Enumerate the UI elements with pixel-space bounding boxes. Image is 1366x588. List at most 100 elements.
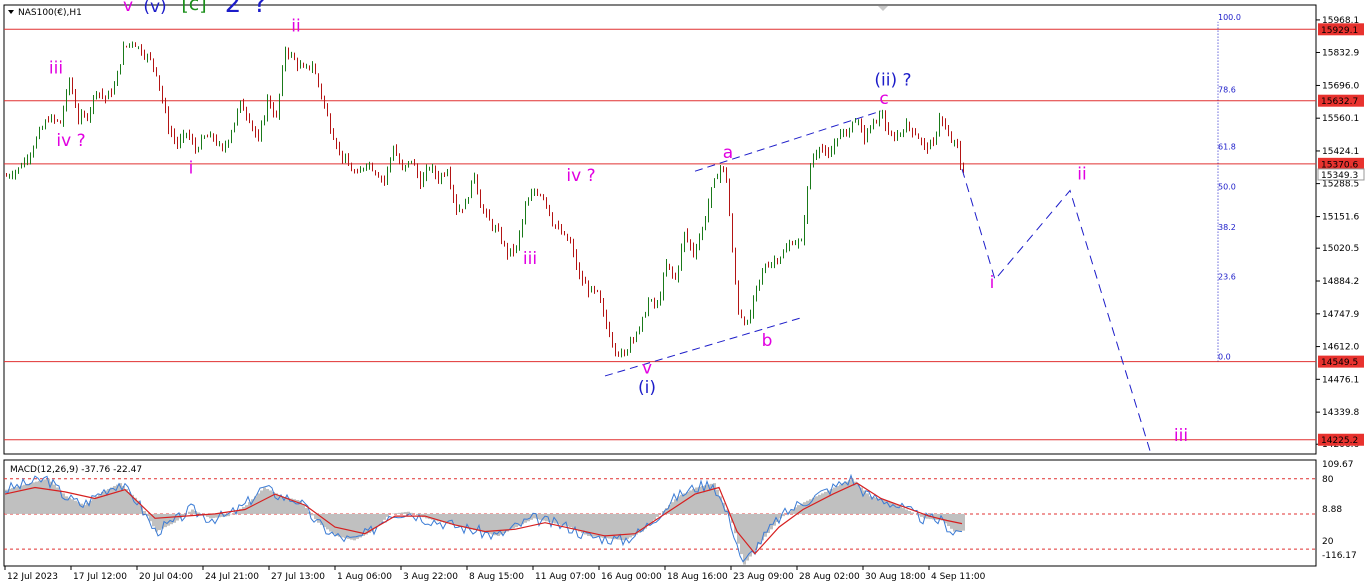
macd-histogram-bar	[740, 513, 743, 555]
level-price-label: 14225.2	[1321, 436, 1358, 446]
wave-label: 2	[225, 0, 242, 19]
wave-label: c	[879, 89, 888, 109]
time-tick-label: 23 Aug 09:00	[733, 572, 794, 582]
price-tick-label: 15151.6	[1322, 213, 1359, 223]
macd-histogram-bar	[758, 513, 761, 545]
time-tick-label: 20 Jul 04:00	[139, 572, 193, 582]
time-tick-label: 16 Aug 00:00	[601, 572, 662, 582]
fibonacci-level-label: 61.8	[1218, 143, 1236, 152]
wave-label: iii	[49, 59, 63, 79]
macd-histogram-bar	[632, 513, 635, 536]
macd-histogram-bar	[62, 493, 65, 514]
fibonacci-level-label: 100.0	[1218, 13, 1241, 22]
time-tick-label: 24 Jul 21:00	[205, 572, 259, 582]
macd-histogram-bar	[197, 512, 200, 514]
macd-histogram-bar	[848, 480, 851, 514]
macd-histogram-bar	[821, 493, 824, 514]
macd-histogram-bar	[824, 491, 827, 514]
macd-histogram-bar	[41, 480, 44, 514]
macd-histogram-bar	[683, 493, 686, 514]
macd-histogram-bar	[515, 513, 518, 528]
macd-histogram-bar	[545, 513, 548, 522]
wave-label: iii	[523, 249, 537, 269]
fibonacci-level-label: 78.6	[1218, 86, 1236, 95]
macd-histogram-bar	[905, 509, 908, 514]
macd-tick-label: 20	[1322, 537, 1334, 547]
macd-histogram-bar	[71, 499, 74, 514]
price-tick-label: 15424.1	[1322, 147, 1359, 157]
wave-label: ii	[1077, 165, 1086, 185]
time-tick-label: 27 Jul 13:00	[271, 572, 325, 582]
macd-histogram-bar	[737, 513, 740, 544]
price-axis: 15968.115832.915696.015560.115424.115288…	[1316, 16, 1359, 450]
macd-tick-label: 8.88	[1322, 505, 1342, 515]
macd-histogram-bar	[959, 513, 962, 531]
wave-label: i	[189, 159, 194, 179]
macd-histogram-bar	[818, 494, 821, 514]
symbol-label: NAS100(€),H1	[18, 8, 82, 18]
wave-label: iv ?	[56, 131, 85, 151]
macd-histogram-bar	[314, 513, 317, 520]
fibonacci-level-label: 23.6	[1218, 272, 1236, 281]
macd-histogram-bar	[365, 513, 368, 535]
macd-histogram-bar	[65, 496, 68, 514]
macd-histogram-bar	[599, 513, 602, 538]
macd-histogram-bar	[494, 513, 497, 536]
macd-histogram-bar	[158, 513, 161, 531]
level-price-label: 15929.1	[1321, 26, 1358, 36]
macd-label: MACD(12,26,9) -37.76 -22.47	[10, 465, 142, 475]
macd-histogram-bar	[74, 500, 77, 514]
macd-histogram-bar	[689, 490, 692, 514]
wave-label: iv ?	[566, 166, 595, 186]
macd-histogram-bar	[686, 491, 689, 514]
macd-histogram-bar	[908, 511, 911, 514]
macd-histogram-bar	[839, 484, 842, 514]
macd-panel-frame	[3, 459, 1317, 567]
macd-histogram-bar	[401, 512, 404, 514]
macd-histogram-bar	[164, 513, 167, 528]
macd-histogram-bar	[350, 513, 353, 540]
macd-histogram-bar	[506, 513, 509, 532]
macd-histogram-bar	[380, 513, 383, 523]
macd-histogram-bar	[890, 502, 893, 514]
macd-histogram-bar	[53, 484, 56, 514]
macd-histogram-bar	[857, 484, 860, 514]
macd-histogram-bar	[836, 486, 839, 514]
macd-histogram-bar	[572, 513, 575, 529]
macd-histogram-bar	[302, 504, 305, 514]
macd-histogram-bar	[344, 513, 347, 539]
wave-label: i	[990, 273, 995, 293]
macd-histogram-bar	[605, 513, 608, 539]
macd-histogram-bar	[485, 513, 488, 534]
price-tick-label: 14612.0	[1322, 343, 1359, 353]
time-tick-label: 30 Aug 18:00	[865, 572, 926, 582]
wave-label: (v)	[143, 0, 166, 17]
macd-histogram-bar	[902, 508, 905, 514]
macd-histogram-bar	[653, 513, 656, 520]
price-tick-label: 15020.5	[1322, 244, 1359, 254]
macd-histogram-bar	[215, 513, 218, 518]
macd-histogram-bar	[458, 513, 461, 527]
macd-histogram-bar	[35, 481, 38, 514]
macd-histogram-bar	[143, 511, 146, 514]
macd-histogram-bar	[347, 513, 350, 539]
time-tick-label: 3 Aug 22:00	[403, 572, 458, 582]
macd-histogram-bar	[191, 509, 194, 514]
time-tick-label: 4 Sep 11:00	[931, 572, 986, 582]
macd-histogram-bar	[911, 512, 914, 514]
macd-histogram-bar	[854, 481, 857, 514]
macd-histogram-bar	[752, 513, 755, 553]
time-tick-label: 1 Aug 06:00	[337, 572, 392, 582]
macd-histogram-bar	[44, 479, 47, 514]
macd-histogram-bar	[623, 513, 626, 541]
macd-histogram-bar	[842, 483, 845, 514]
macd-histogram-bar	[962, 513, 965, 531]
macd-histogram-bar	[866, 493, 869, 514]
macd-histogram-bar	[533, 513, 536, 519]
macd-histogram-bar	[92, 498, 95, 514]
time-tick-label: 11 Aug 07:00	[535, 572, 596, 582]
chart-canvas[interactable]: 15968.115832.915696.015560.115424.115288…	[0, 0, 1366, 588]
macd-histogram-bar	[782, 513, 785, 517]
macd-tick-label: 109.67	[1322, 460, 1354, 470]
wave-label: (ii) ?	[874, 71, 911, 91]
